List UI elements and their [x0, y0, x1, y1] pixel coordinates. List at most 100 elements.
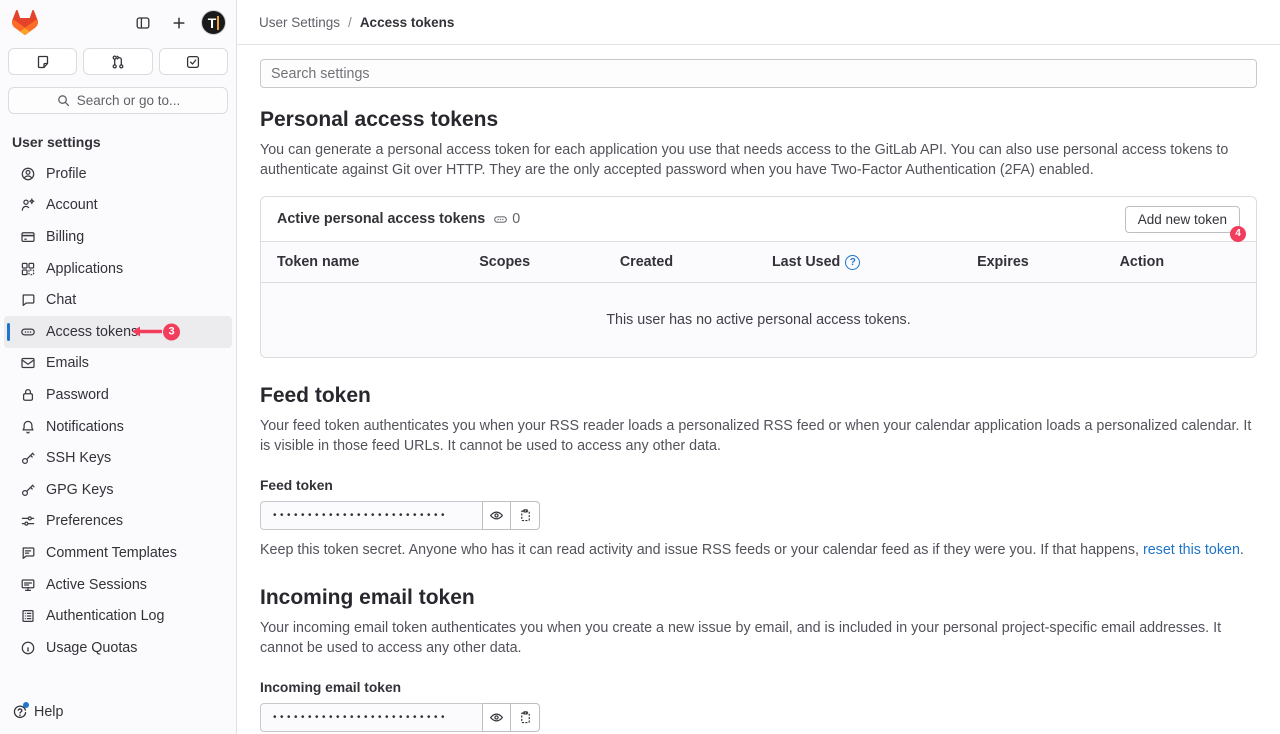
sidebar-item-label: GPG Keys — [46, 482, 114, 498]
gitlab-settings-app: T Search or go to... User settings Profi… — [0, 0, 1280, 734]
settings-content: Personal access tokens You can generate … — [237, 45, 1280, 734]
sidebar-item-label: Emails — [46, 355, 89, 371]
sidebar-item-password[interactable]: Password — [4, 379, 232, 411]
incoming-email-token-description: Your incoming email token authenticates … — [260, 618, 1257, 658]
apps-grid-icon — [20, 261, 36, 277]
feed-token-title: Feed token — [260, 384, 1257, 408]
sidebar-item-label: Chat — [46, 292, 76, 308]
personal-access-tokens-description: You can generate a personal access token… — [260, 140, 1257, 180]
feed-token-reveal-button[interactable] — [482, 501, 511, 530]
incoming-email-token-field-label: Incoming email token — [260, 680, 1257, 695]
breadcrumb: User Settings / Access tokens — [259, 15, 454, 30]
incoming-email-token-reveal-button[interactable] — [482, 703, 511, 732]
incoming-email-token-copy-button[interactable] — [511, 703, 540, 732]
sidebar-item-label: Account — [46, 197, 98, 213]
incoming-email-token-input[interactable] — [260, 703, 482, 732]
feed-token-input[interactable] — [260, 501, 482, 530]
clipboard-copy-icon — [518, 508, 533, 523]
column-scopes: Scopes — [479, 242, 620, 282]
token-icon — [20, 324, 36, 340]
gitlab-logo-icon[interactable] — [12, 10, 38, 35]
sidebar-footer: Help — [0, 694, 236, 734]
sidebar-top-bar: T — [0, 0, 236, 45]
incoming-email-token-group — [260, 703, 540, 732]
sidebar-section-title: User settings — [0, 118, 236, 158]
sidebar-item-applications[interactable]: Applications — [4, 253, 232, 285]
sidebar-item-label: Comment Templates — [46, 545, 177, 561]
sidebar-item-label: Preferences — [46, 513, 123, 529]
search-icon — [56, 93, 71, 108]
sliders-icon — [20, 513, 36, 529]
sidebar-item-billing[interactable]: Billing — [4, 221, 232, 253]
help-notification-dot — [23, 702, 29, 708]
issues-icon — [35, 54, 51, 70]
user-avatar[interactable]: T — [201, 10, 226, 35]
sidebar-item-emails[interactable]: Emails — [4, 348, 232, 380]
search-or-go-to[interactable]: Search or go to... — [8, 87, 228, 114]
sidebar-item-label: Authentication Log — [46, 608, 164, 624]
sidebar-item-comment-templates[interactable]: Comment Templates — [4, 537, 232, 569]
sidebar-item-label: Active Sessions — [46, 577, 147, 593]
account-icon — [20, 197, 36, 213]
sidebar-item-preferences[interactable]: Preferences — [4, 506, 232, 538]
sidebar-shortcuts — [0, 45, 236, 79]
sidebar-item-usage-quotas[interactable]: Usage Quotas — [4, 632, 232, 664]
breadcrumb-current: Access tokens — [360, 15, 455, 30]
panel-left-icon — [135, 15, 151, 31]
sidebar-item-label: Notifications — [46, 419, 124, 435]
main-top-bar: User Settings / Access tokens — [237, 0, 1280, 45]
sidebar-item-label: Applications — [46, 261, 123, 277]
sidebar-item-profile[interactable]: Profile — [4, 158, 232, 190]
sidebar: T Search or go to... User settings Profi… — [0, 0, 237, 734]
sidebar-item-chat[interactable]: Chat — [4, 284, 232, 316]
search-settings-input[interactable] — [260, 59, 1257, 88]
incoming-email-token-title: Incoming email token — [260, 586, 1257, 610]
sidebar-item-label: Profile — [46, 166, 87, 182]
column-expires: Expires — [977, 242, 1120, 282]
feed-token-copy-button[interactable] — [511, 501, 540, 530]
credit-card-icon — [20, 229, 36, 245]
sidebar-item-authentication-log[interactable]: Authentication Log — [4, 600, 232, 632]
breadcrumb-user-settings[interactable]: User Settings — [259, 15, 340, 30]
key-icon — [20, 482, 36, 498]
eye-icon — [489, 508, 504, 523]
active-tokens-card: Active personal access tokens 0 Add new … — [260, 196, 1257, 358]
token-icon — [493, 212, 508, 227]
sidebar-item-account[interactable]: Account — [4, 190, 232, 222]
add-new-token-button[interactable]: Add new token — [1125, 206, 1240, 233]
toggle-sidebar-button[interactable] — [129, 9, 157, 37]
sidebar-item-gpg-keys[interactable]: GPG Keys — [4, 474, 232, 506]
help-label: Help — [34, 704, 63, 720]
sidebar-item-active-sessions[interactable]: Active Sessions — [4, 569, 232, 601]
issues-shortcut-button[interactable] — [8, 48, 77, 75]
last-used-help-icon[interactable]: ? — [845, 255, 860, 270]
search-placeholder-label: Search or go to... — [77, 93, 181, 108]
personal-access-tokens-title: Personal access tokens — [260, 108, 1257, 132]
help-menu-item[interactable]: Help — [12, 704, 63, 720]
feed-token-description: Your feed token authenticates you when y… — [260, 416, 1257, 456]
create-new-button[interactable] — [165, 9, 193, 37]
gauge-icon — [20, 640, 36, 656]
lock-icon — [20, 387, 36, 403]
merge-requests-shortcut-button[interactable] — [83, 48, 152, 75]
sidebar-item-ssh-keys[interactable]: SSH Keys — [4, 442, 232, 474]
comment-lines-icon — [20, 545, 36, 561]
sidebar-item-access-tokens[interactable]: Access tokens 3 — [4, 316, 232, 348]
sidebar-item-label: Access tokens — [46, 324, 138, 340]
monitor-icon — [20, 577, 36, 593]
merge-request-icon — [110, 54, 126, 70]
sidebar-item-label: Password — [46, 387, 109, 403]
profile-icon — [20, 166, 36, 182]
sidebar-item-label: Billing — [46, 229, 84, 245]
help-icon — [12, 704, 28, 720]
feed-reset-token-link[interactable]: reset this token — [1143, 542, 1240, 558]
sidebar-item-notifications[interactable]: Notifications — [4, 411, 232, 443]
todo-list-shortcut-button[interactable] — [159, 48, 228, 75]
token-count-value: 0 — [512, 211, 520, 227]
feed-token-help-text: Keep this token secret. Anyone who has i… — [260, 540, 1257, 560]
active-tokens-card-title: Active personal access tokens — [277, 211, 485, 227]
sidebar-item-label: SSH Keys — [46, 450, 111, 466]
chat-bubble-icon — [20, 292, 36, 308]
eye-icon — [489, 710, 504, 725]
feed-token-group — [260, 501, 540, 530]
